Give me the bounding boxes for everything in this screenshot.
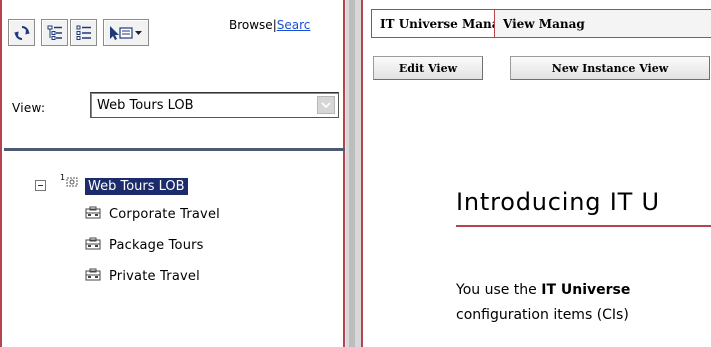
- ci-collection-icon: 1: [60, 172, 82, 195]
- view-label: View:: [12, 101, 46, 115]
- search-link[interactable]: Searc: [277, 18, 311, 32]
- view-select[interactable]: Web Tours LOB: [90, 92, 339, 118]
- collapse-toggle-icon[interactable]: [35, 180, 46, 191]
- tab-label: IT Universe Manager: [380, 17, 494, 31]
- root-badge: 1: [60, 173, 65, 182]
- tree-item[interactable]: Private Travel: [109, 267, 200, 285]
- expand-tree-icon: [46, 24, 64, 42]
- intro-text: You use the: [456, 282, 542, 298]
- view-selector-area: Browse|Searc View: Web Tours LOB: [4, 5, 343, 143]
- view-menu-icon: [107, 24, 145, 42]
- tree-root-label[interactable]: Web Tours LOB: [85, 178, 188, 195]
- edit-view-button[interactable]: Edit View: [373, 56, 483, 80]
- view-menu-button[interactable]: [103, 19, 149, 46]
- browse-search-links: Browse|Searc: [229, 18, 310, 32]
- list-icon: [75, 24, 93, 42]
- new-instance-view-button[interactable]: New Instance View: [510, 56, 710, 80]
- intro-line-1: You use the IT Universe: [456, 278, 630, 303]
- tab-underline: [371, 37, 711, 38]
- chevron-down-icon[interactable]: [317, 96, 335, 114]
- view-select-value: Web Tours LOB: [97, 98, 194, 113]
- expand-tree-button[interactable]: [41, 19, 68, 46]
- refresh-icon: [13, 24, 31, 42]
- business-unit-icon: [85, 206, 101, 219]
- tree-item[interactable]: Package Tours: [109, 236, 204, 254]
- intro-line-2: configuration items (CIs): [456, 307, 629, 323]
- left-panel: Browse|Searc View: Web Tours LOB 1 Web T…: [0, 0, 345, 347]
- business-unit-icon: [85, 268, 101, 281]
- business-unit-icon: [85, 237, 101, 250]
- list-view-button[interactable]: [70, 19, 97, 46]
- refresh-button[interactable]: [8, 19, 35, 46]
- tree-item[interactable]: Corporate Travel: [109, 205, 220, 223]
- page-heading: Introducing IT U: [456, 188, 660, 216]
- view-tree: 1 Web Tours LOB Corporate Travel Package…: [4, 151, 343, 344]
- tab-it-universe-manager[interactable]: IT Universe Manager: [371, 9, 495, 38]
- tab-label: View Manag: [503, 17, 585, 31]
- splitter-handle[interactable]: [349, 0, 355, 347]
- right-panel: IT Universe Manager View Manag Edit View…: [361, 0, 711, 347]
- tab-view-manager[interactable]: View Manag: [495, 9, 711, 38]
- heading-rule: [456, 225, 711, 227]
- intro-paragraph: You use the IT Universe configuration it…: [456, 278, 630, 328]
- browse-label[interactable]: Browse: [229, 18, 273, 32]
- intro-bold-text: IT Universe: [541, 282, 631, 298]
